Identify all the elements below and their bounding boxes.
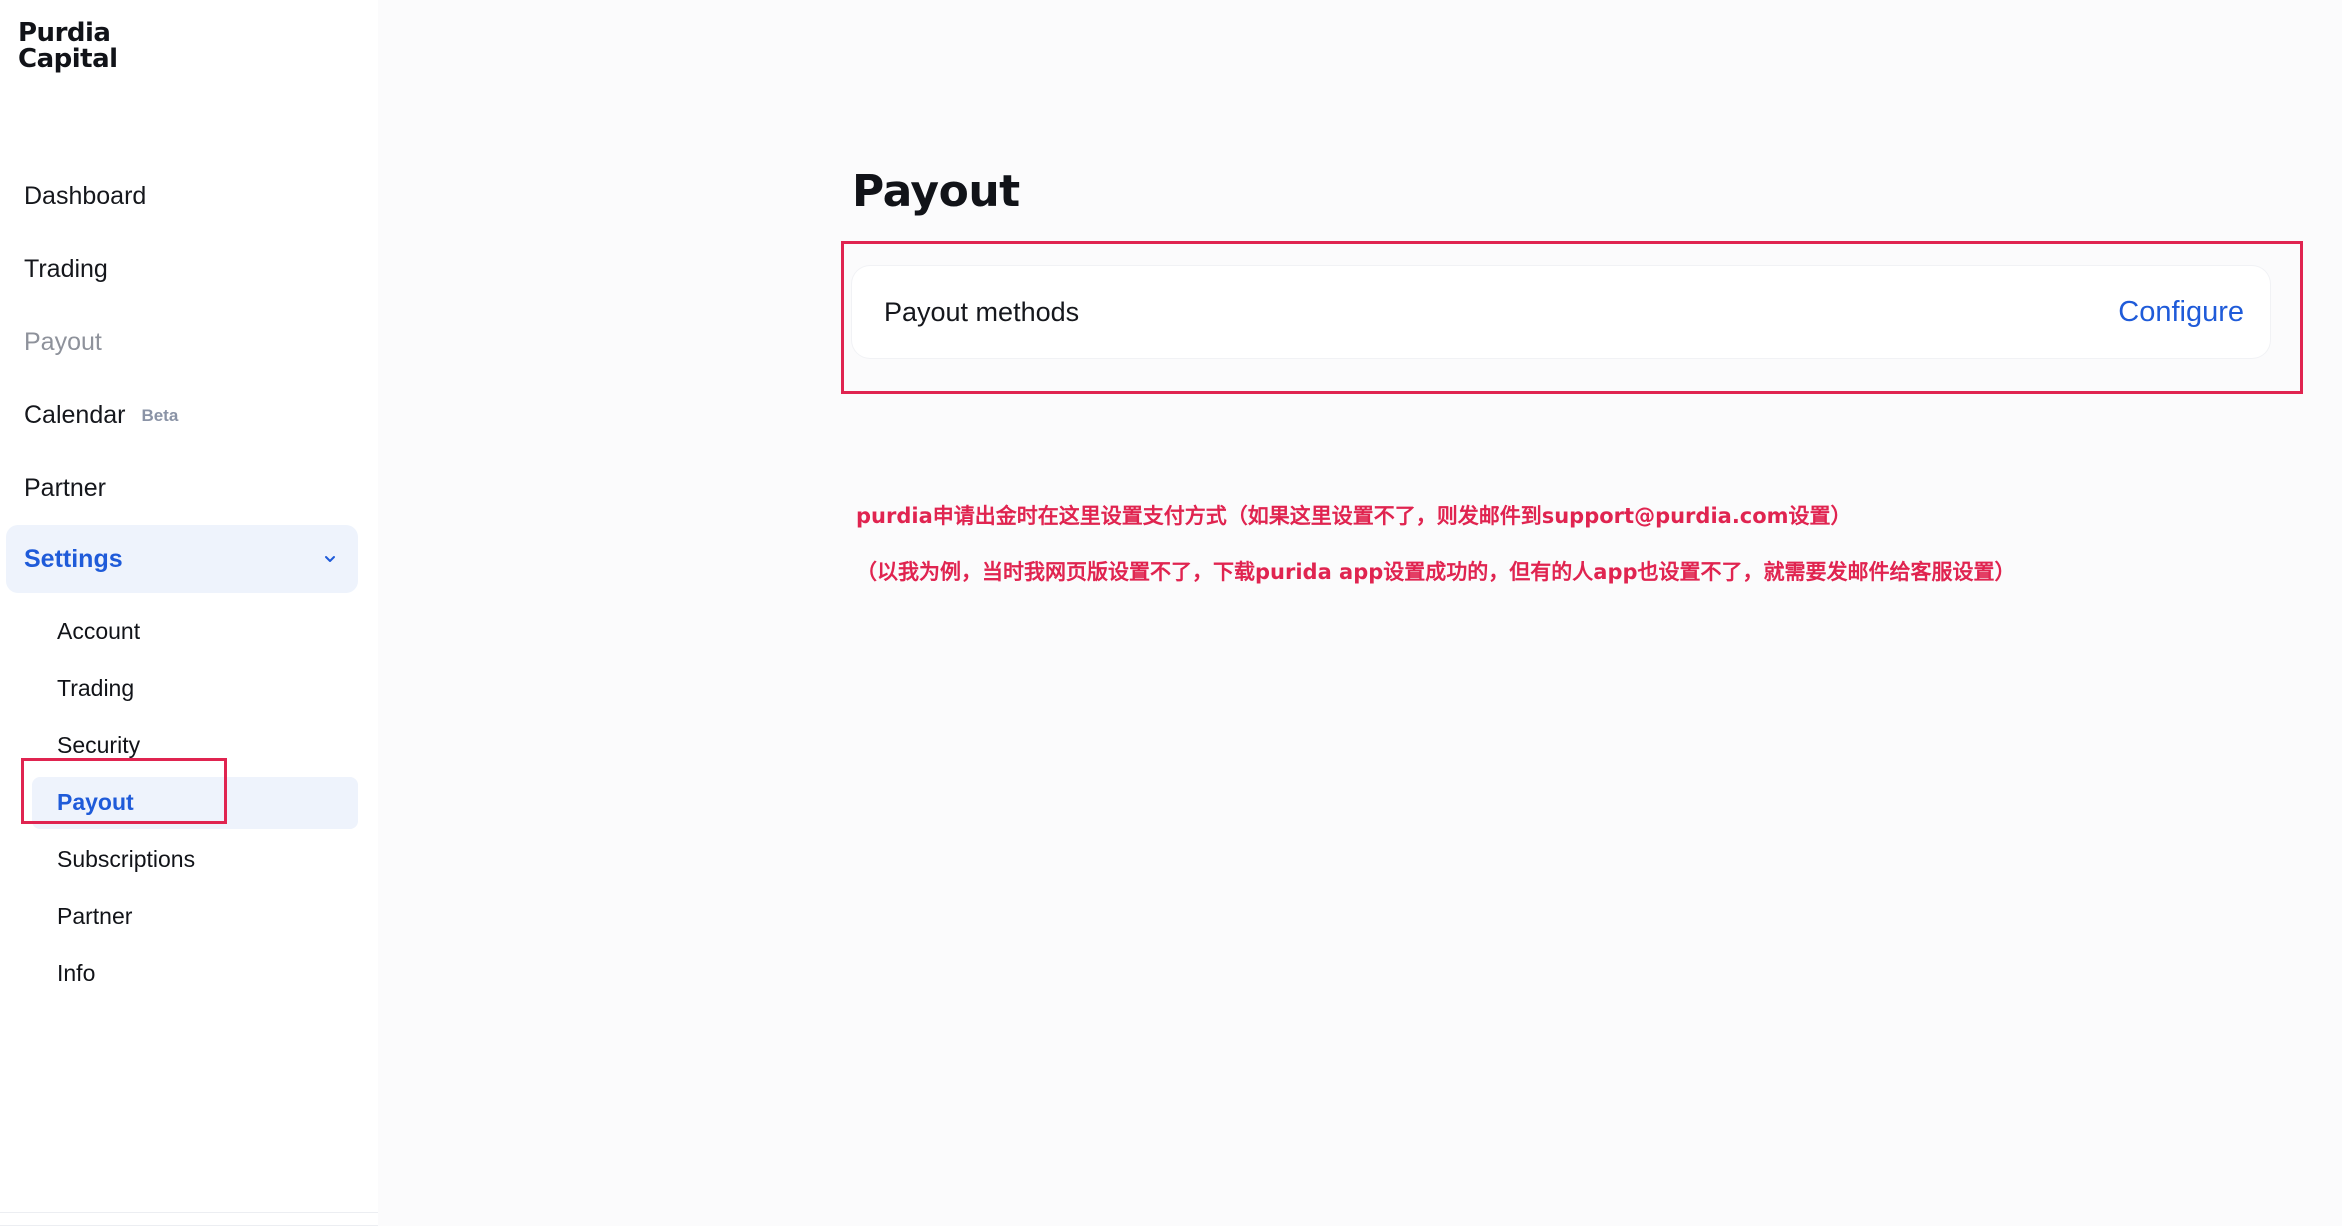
sidebar-item-dashboard[interactable]: Dashboard [0,160,378,233]
sidebar-item-label: Payout [24,328,102,356]
main-content: Payout Payout methods Configure purdia申请… [378,0,2342,1226]
sidebar-item-label: Dashboard [24,182,147,210]
sidebar-item-partner[interactable]: Partner [0,452,378,525]
settings-item-label: Security [57,732,141,758]
configure-link[interactable]: Configure [2118,296,2244,329]
brand-line-1: Purdia [18,18,111,48]
sidebar-item-calendar[interactable]: Calendar Beta [0,379,378,452]
sidebar: Purdia Capital Dashboard Trading Payout … [0,0,378,1226]
annotation-note-1: purdia申请出金时在这里设置支付方式（如果这里设置不了，则发邮件到suppo… [856,504,1852,528]
settings-item-account[interactable]: Account [0,603,378,660]
settings-item-subscriptions[interactable]: Subscriptions [0,831,378,888]
settings-item-payout-wrap: Payout [0,774,378,831]
settings-item-info[interactable]: Info [0,945,378,1002]
settings-item-label: Partner [57,903,133,929]
sidebar-nav: Dashboard Trading Payout Calendar Beta P… [0,160,378,1002]
app-root: Purdia Capital Dashboard Trading Payout … [0,0,2342,1226]
sidebar-item-trading[interactable]: Trading [0,233,378,306]
payout-methods-label: Payout methods [884,296,1080,327]
annotation-note-2: （以我为例，当时我网页版设置不了，下载purida app设置成功的，但有的人a… [856,560,2016,584]
sidebar-item-label: Partner [24,474,106,502]
settings-item-partner[interactable]: Partner [0,888,378,945]
settings-item-label: Info [57,960,96,986]
beta-badge: Beta [141,405,179,425]
payout-methods-card: Payout methods Configure [852,266,2270,358]
page-title: Payout [852,166,1020,217]
settings-item-label: Account [57,618,141,644]
settings-item-payout[interactable]: Payout [32,776,358,829]
settings-item-label: Subscriptions [57,846,196,872]
sidebar-item-label: Trading [24,255,108,283]
settings-item-security[interactable]: Security [0,717,378,774]
chevron-down-icon [325,556,335,562]
brand-line-2: Capital [18,44,118,74]
brand-logo[interactable]: Purdia Capital [18,20,118,72]
settings-item-trading[interactable]: Trading [0,660,378,717]
settings-item-label: Payout [57,789,134,815]
sidebar-item-label: Settings [24,544,123,573]
sidebar-item-label: Calendar [24,401,126,429]
sidebar-item-settings[interactable]: Settings [6,525,358,593]
settings-item-label: Trading [57,675,135,701]
settings-subnav: Account Trading Security Payout Subscrip… [0,603,378,1002]
sidebar-item-payout[interactable]: Payout [0,306,378,379]
